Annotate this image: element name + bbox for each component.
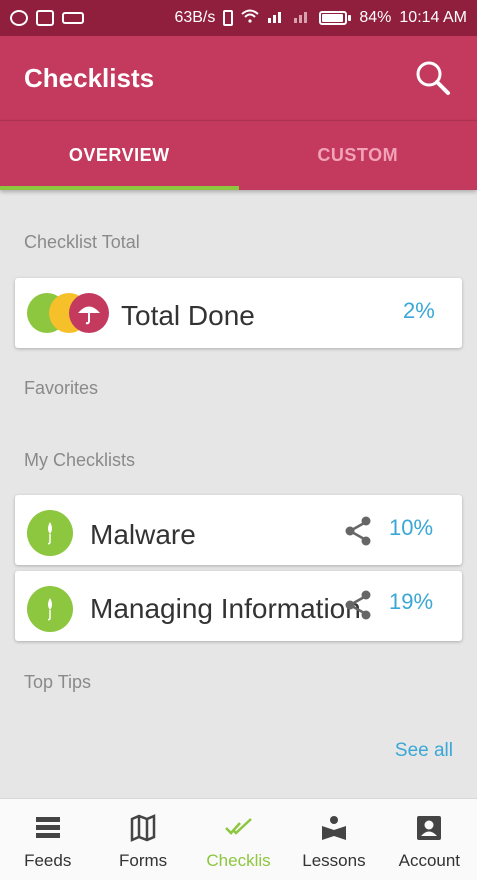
nav-forms[interactable]: Forms	[95, 799, 190, 880]
wifi-icon	[241, 9, 260, 28]
nav-lessons[interactable]: Lessons	[286, 799, 381, 880]
nav-label: Feeds	[24, 851, 72, 870]
checklist-item[interactable]: Managing Information 19%	[15, 571, 462, 641]
signal-icon	[267, 9, 285, 28]
network-speed: 63B/s	[174, 9, 216, 26]
whatsapp-icon	[10, 10, 28, 26]
tab-overview[interactable]: OVERVIEW	[0, 121, 239, 190]
laptop-icon	[62, 12, 84, 24]
section-favorites: Favorites	[24, 378, 99, 398]
umbrella-icon	[27, 510, 73, 556]
bottom-nav: Feeds Forms Checklis Lessons Account	[0, 798, 477, 880]
nav-label: Checklis	[206, 851, 271, 870]
umbrella-stack-icon	[27, 292, 117, 334]
vibrate-icon	[223, 10, 234, 26]
tab-custom[interactable]: CUSTOM	[239, 121, 477, 190]
see-all-link[interactable]: See all	[395, 740, 453, 762]
section-my-checklists: My Checklists	[24, 450, 136, 470]
nav-label: Forms	[119, 851, 168, 870]
search-icon[interactable]	[413, 58, 453, 98]
umbrella-icon	[27, 586, 73, 632]
battery-percent: 84%	[359, 9, 392, 26]
nav-feeds[interactable]: Feeds	[0, 799, 95, 880]
total-done-percent: 2%	[403, 298, 435, 323]
tab-bar: OVERVIEW CUSTOM	[0, 120, 477, 190]
double-check-icon	[224, 813, 254, 843]
checklist-name: Managing Information	[90, 593, 361, 624]
nav-checklists[interactable]: Checklis	[191, 799, 286, 880]
share-icon[interactable]	[343, 589, 373, 621]
nav-label: Lessons	[302, 851, 366, 870]
checklist-item[interactable]: Malware 10%	[15, 495, 462, 565]
total-done-label: Total Done	[121, 300, 255, 331]
share-icon[interactable]	[343, 515, 373, 547]
feeds-icon	[33, 813, 63, 843]
page-title: Checklists	[24, 62, 155, 93]
status-bar: 63B/s 84% 10:14 AM	[0, 0, 477, 36]
checklist-percent: 10%	[389, 515, 434, 540]
section-checklist-total: Checklist Total	[24, 232, 140, 252]
battery-icon	[319, 11, 352, 25]
image-icon	[36, 10, 54, 26]
signal-icon	[293, 9, 311, 28]
map-icon	[128, 813, 158, 843]
checklist-name: Malware	[90, 519, 196, 550]
app-bar: Checklists	[0, 36, 477, 120]
reader-icon	[319, 813, 349, 843]
clock: 10:14 AM	[399, 9, 467, 26]
checklist-percent: 19%	[389, 589, 434, 614]
section-top-tips: Top Tips	[24, 672, 92, 692]
nav-label: Account	[398, 851, 461, 870]
nav-account[interactable]: Account	[382, 799, 477, 880]
account-icon	[414, 813, 444, 843]
total-done-card[interactable]: Total Done 2%	[15, 278, 462, 348]
